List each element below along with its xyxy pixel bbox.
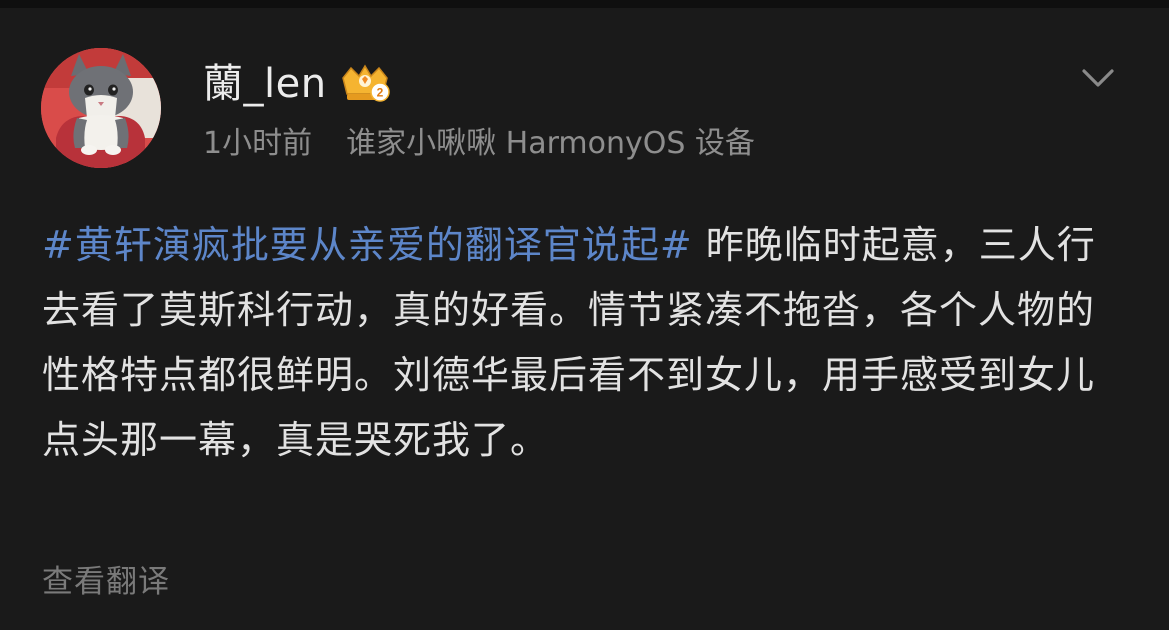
weibo-post-card: 蘭_len 2 1小时前 谁家小啾啾 HarmonyOS 设备 #黄轩演疯批要从…	[0, 0, 1169, 630]
username[interactable]: 蘭_len	[203, 58, 327, 110]
cat-avatar-icon	[41, 48, 161, 168]
hashtag-link[interactable]: #黄轩演疯批要从亲爱的翻译官说起#	[42, 223, 693, 267]
top-divider	[0, 0, 1169, 8]
post-meta: 1小时前 谁家小啾啾 HarmonyOS 设备	[203, 122, 755, 166]
user-avatar[interactable]	[41, 48, 161, 168]
post-time: 1小时前	[203, 126, 313, 161]
username-row: 蘭_len 2	[203, 58, 393, 110]
crown-rank-2-icon[interactable]: 2	[337, 64, 393, 104]
view-translation-link[interactable]: 查看翻译	[42, 557, 170, 607]
svg-text:2: 2	[376, 86, 383, 100]
post-content: #黄轩演疯批要从亲爱的翻译官说起# 昨晚临时起意，三人行去看了莫斯科行动，真的好…	[42, 213, 1132, 473]
post-source[interactable]: 谁家小啾啾 HarmonyOS 设备	[346, 122, 755, 166]
chevron-down-icon[interactable]	[1076, 60, 1120, 96]
